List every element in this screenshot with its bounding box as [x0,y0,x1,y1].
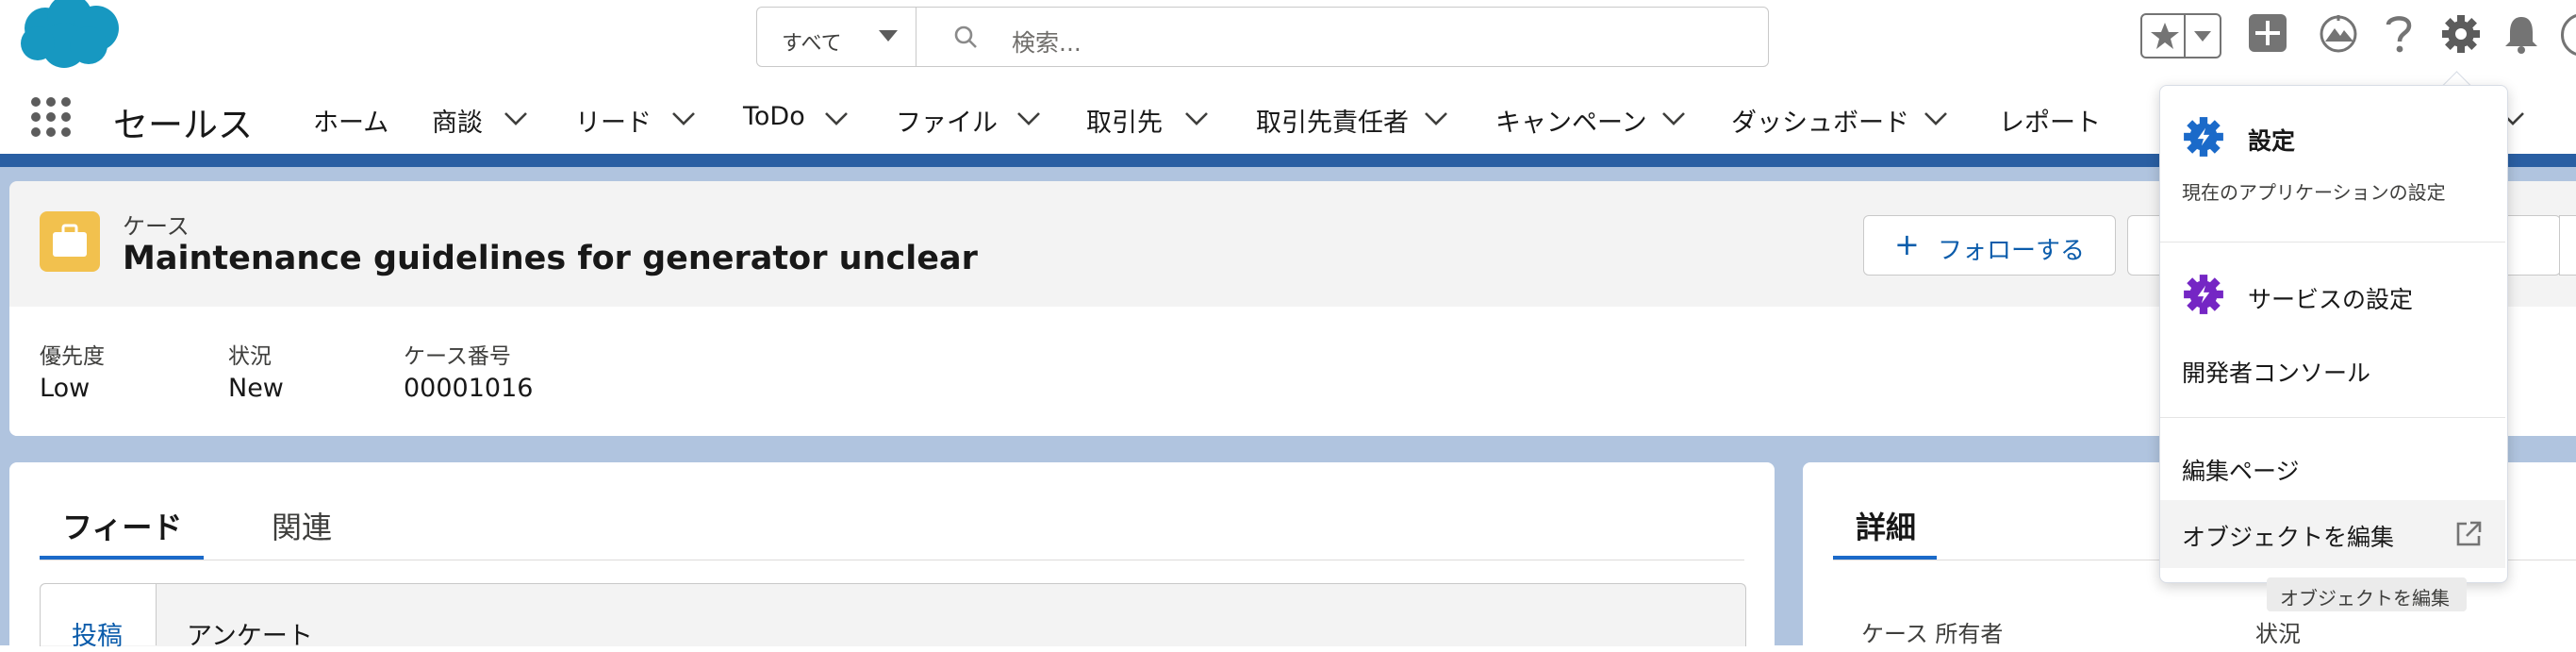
priority-value: Low [40,374,91,403]
search-scope-dropdown[interactable]: すべて [757,8,916,66]
bell-icon[interactable] [2502,13,2540,55]
edit-page-menu-item[interactable]: 編集ページ [2182,453,2300,487]
setup-menu-item[interactable]: 設定 [2248,123,2295,157]
case-icon [40,211,100,272]
chevron-down-icon[interactable] [1661,111,1686,126]
service-setup-menu-item[interactable]: サービスの設定 [2248,281,2413,315]
trailhead-icon[interactable] [2318,13,2359,53]
help-icon[interactable] [2384,13,2414,55]
nav-item-home[interactable]: ホーム [313,102,388,139]
tab-related[interactable]: 関連 [272,504,332,547]
follow-button-label: フォローする [1938,237,2086,265]
global-header: すべて 検索... [0,0,2576,79]
record-object-type: ケース [123,213,190,240]
chevron-down-icon [2194,31,2211,42]
detail-status-label: 状況 [2255,621,2301,647]
service-setup-gear-icon [2184,275,2223,314]
nav-item-contacts[interactable]: 取引先責任者 [1256,102,1409,139]
chevron-down-icon[interactable] [1924,111,1948,126]
tooltip: オブジェクトを編集 [2267,577,2467,611]
developer-console-menu-item[interactable]: 開発者コンソール [2182,355,2370,389]
publisher-tab-post-label[interactable]: 投稿 [72,615,123,652]
global-actions-add-icon[interactable] [2248,13,2287,53]
tab-details[interactable]: 詳細 [1856,504,1916,547]
setup-gear-icon [2184,117,2223,157]
nav-item-opportunities[interactable]: 商談 [432,102,483,139]
gear-icon[interactable] [2440,13,2482,55]
search-scope-label: すべて [782,32,842,56]
chevron-down-icon[interactable] [1016,111,1041,126]
chevron-down-icon [879,30,898,42]
nav-item-reports[interactable]: レポート [1999,102,2101,139]
follow-button[interactable]: + フォローする [1863,215,2116,276]
chevron-down-icon[interactable] [1184,111,1209,126]
case-number-value: 00001016 [404,374,534,403]
case-owner-label: ケース 所有者 [1861,621,2004,647]
tooltip-text: オブジェクトを編集 [2280,587,2450,610]
status-value: New [228,374,284,403]
app-launcher-icon[interactable] [30,96,72,138]
more-actions-button[interactable] [2559,215,2576,276]
nav-item-files[interactable]: ファイル [896,102,998,139]
salesforce-logo[interactable] [13,0,126,75]
nav-item-todo[interactable]: ToDo [743,102,805,131]
chevron-down-icon[interactable] [671,111,696,126]
case-number-label: ケース番号 [404,344,511,369]
setup-menu-subtitle: 現在のアプリケーションの設定 [2182,181,2446,204]
search-input[interactable]: 検索... [1012,25,1082,59]
avatar[interactable] [2561,13,2576,57]
plus-icon: + [1894,226,1920,262]
priority-label: 優先度 [40,344,105,369]
search-icon [954,25,977,48]
tab-feed[interactable]: フィード [62,504,182,547]
edit-object-label: オブジェクトを編集 [2182,524,2395,551]
favorites-button[interactable] [2140,13,2221,59]
page-title: Maintenance guidelines for generator unc… [123,240,978,277]
nav-item-accounts[interactable]: 取引先 [1086,102,1163,139]
status-label: 状況 [228,344,272,369]
nav-item-dashboards[interactable]: ダッシュボード [1731,102,1909,139]
menu-divider [2160,417,2505,418]
chevron-down-icon[interactable] [504,111,528,126]
publisher-tab-survey[interactable]: アンケート [187,615,313,652]
nav-item-leads[interactable]: リード [575,102,652,139]
chevron-down-icon[interactable] [824,111,849,126]
app-name: セールス [113,105,253,145]
briefcase-icon [53,224,87,257]
global-search: すべて 検索... [756,7,1769,67]
nav-item-campaigns[interactable]: キャンペーン [1495,102,1647,139]
external-link-icon [2456,521,2482,546]
star-icon [2151,23,2179,49]
chevron-down-icon[interactable] [1424,111,1448,126]
